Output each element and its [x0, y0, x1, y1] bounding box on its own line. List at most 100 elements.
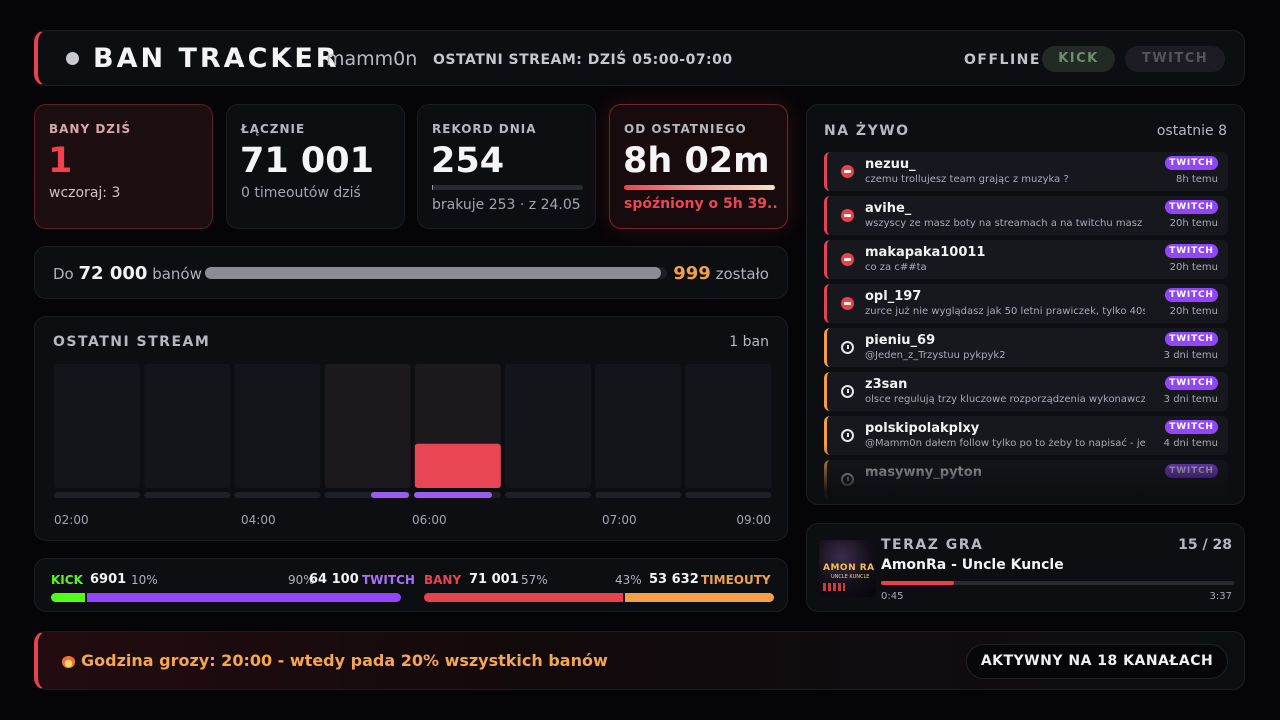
timeline-segment-0	[54, 492, 140, 498]
feed-platform-pill: TWITCH	[1165, 200, 1218, 214]
stat-sub: 0 timeoutów dziś	[241, 185, 361, 201]
chart-slot-7	[685, 364, 772, 488]
stat-value: 71 001	[240, 141, 374, 181]
feed-platform-pill: TWITCH	[1165, 288, 1218, 302]
status-label: OFFLINE	[964, 52, 1041, 68]
stat-label: REKORD DNIA	[432, 122, 537, 136]
goal-progress-panel: Do 72 000 banów 999 zostało	[34, 246, 788, 299]
stat-value: 1	[48, 141, 73, 181]
record-progress-fill	[432, 185, 433, 190]
feed-user: makapaka10011	[865, 245, 986, 260]
ban-icon	[841, 297, 854, 310]
album-art-title: AMON RA	[823, 563, 875, 573]
stat-label: OD OSTATNIEGO	[624, 122, 747, 136]
timeline-segment-6	[595, 492, 682, 498]
kick-segment	[51, 593, 85, 602]
goal-remaining-suffix: zostało	[715, 265, 769, 283]
feed-item[interactable]: nezuu_ czemu trollujesz team grając z muz…	[824, 152, 1228, 191]
feed-message: co za c##ta	[865, 262, 927, 273]
twitch-platform-pill[interactable]: TWITCH	[1125, 46, 1225, 72]
goal-label: Do 72 000 banów	[53, 263, 202, 284]
stat-card-lacznie: ŁĄCZNIE 71 001 0 timeoutów dziś	[226, 104, 405, 229]
feed-user: opl_197	[865, 289, 922, 304]
twitch-label: TWITCH	[362, 573, 415, 587]
feed-platform-pill: TWITCH	[1165, 420, 1218, 434]
stat-sub: brakuje 253 · z 24.05	[432, 197, 581, 213]
bany-label: BANY	[424, 573, 462, 587]
bany-segment	[424, 593, 623, 602]
timeout-clock-icon	[841, 429, 854, 442]
live-feed-title: NA ŻYWO	[824, 123, 910, 139]
footer-message: Godzina grozy: 20:00 - wtedy pada 20% ws…	[62, 651, 608, 670]
stream-live-marker-1	[414, 492, 492, 498]
chart-slot-3	[324, 364, 411, 488]
live-feed-count: ostatnie 8	[1156, 123, 1227, 139]
platform-ratio-labels: KICK 6901 10% 90% 64 100 TWITCH	[51, 571, 415, 589]
app-title: BAN TRACKER	[93, 43, 340, 74]
type-ratio-bar	[424, 593, 774, 602]
feed-message: @Jeden_z_Trzystuu pykpyk2	[865, 350, 1006, 361]
feed-item[interactable]: opl_197 zurce już nie wyglądasz jak 50 le…	[824, 284, 1228, 323]
kick-label: KICK	[51, 573, 83, 587]
platform-ratio: KICK 6901 10% 90% 64 100 TWITCH	[51, 571, 415, 602]
timeline-segment-5	[505, 492, 591, 498]
kick-value: 6901	[90, 572, 127, 587]
goal-progress-bar	[205, 267, 667, 279]
feed-user: pieniu_69	[865, 333, 936, 348]
feed-item[interactable]: pieniu_69 @Jeden_z_Trzystuu pykpyk2 TWITCH…	[824, 328, 1228, 367]
goal-progress-fill	[205, 267, 661, 279]
kick-pct: 10%	[131, 573, 158, 587]
feed-user: avihe_	[865, 201, 912, 216]
timeline-segment-1	[144, 492, 231, 498]
kick-platform-pill[interactable]: KICK	[1042, 46, 1115, 72]
track-index: 15 / 28	[1178, 537, 1232, 553]
album-art-subtitle: UNCLE KUNCLE	[831, 574, 870, 580]
chart-bar-4[interactable]	[414, 443, 501, 488]
timeline-segment-2	[234, 492, 321, 498]
type-ratio: BANY 71 001 57% 43% 53 632 TIMEOUTY	[424, 571, 774, 602]
stat-value: 254	[431, 141, 505, 181]
feed-user: z3san	[865, 377, 908, 392]
feed-time: 8h temu	[1175, 174, 1218, 185]
feed-item[interactable]: z3san olsce regulują trzy kluczowe rozpor…	[824, 372, 1228, 411]
timeout-clock-icon	[841, 341, 854, 354]
live-feed-panel: NA ŻYWO ostatnie 8 nezuu_ czemu trollujes…	[806, 104, 1245, 505]
feed-time: 20h temu	[1169, 306, 1218, 317]
feed-time: 20h temu	[1169, 262, 1218, 273]
feed-platform-pill: TWITCH	[1165, 244, 1218, 258]
platform-ratio-bar	[51, 593, 401, 602]
type-ratio-labels: BANY 71 001 57% 43% 53 632 TIMEOUTY	[424, 571, 774, 589]
now-playing-panel: AMON RA UNCLE KUNCLE TERAZ GRA 15 / 28 A…	[806, 523, 1245, 612]
feed-message: wszyscy ze masz boty na streamach a na t…	[865, 218, 1143, 229]
timeouty-value: 53 632	[649, 572, 699, 587]
x-tick-label: 02:00	[54, 513, 89, 527]
bany-pct: 57%	[521, 573, 548, 587]
stat-card-bany-dzis: BANY DZIŚ 1 wczoraj: 3	[34, 104, 213, 229]
chart-slot-0	[54, 364, 140, 488]
goal-remaining: 999 zostało	[673, 263, 769, 284]
stat-value: 8h 02m	[623, 141, 770, 181]
goal-suffix: banów	[152, 265, 202, 283]
feed-item[interactable]: makapaka10011 co za c##ta TWITCH 20h temu	[824, 240, 1228, 279]
chart-slot-1	[144, 364, 231, 488]
feed-fade-overlay	[807, 444, 1244, 504]
elapsed-gradient-bar	[624, 185, 775, 190]
chart-slot-6	[595, 364, 682, 488]
goal-remaining-value: 999	[673, 263, 711, 284]
twitch-value: 64 100	[309, 572, 359, 587]
feed-item[interactable]: avihe_wszyscy ze masz boty na streamach …	[824, 196, 1228, 235]
goal-target: 72 000	[78, 263, 148, 284]
album-art: AMON RA UNCLE KUNCLE	[819, 540, 876, 597]
feed-time: 20h temu	[1169, 218, 1218, 229]
stat-card-rekord-dnia: REKORD DNIA 254 brakuje 253 · z 24.05	[417, 104, 596, 229]
ban-icon	[841, 209, 854, 222]
x-tick-label: 09:00	[736, 513, 771, 527]
timeouty-segment	[624, 593, 774, 602]
song-title: AmonRa - Uncle Kuncle	[881, 557, 1064, 573]
feed-user: polskipolakplxy	[865, 421, 980, 436]
song-progress-bar[interactable]	[881, 581, 1234, 585]
goal-prefix: Do	[53, 265, 74, 283]
album-art-mark	[823, 583, 845, 591]
feed-time: 3 dni temu	[1163, 394, 1218, 405]
streamer-name: mamm0n	[326, 48, 418, 70]
